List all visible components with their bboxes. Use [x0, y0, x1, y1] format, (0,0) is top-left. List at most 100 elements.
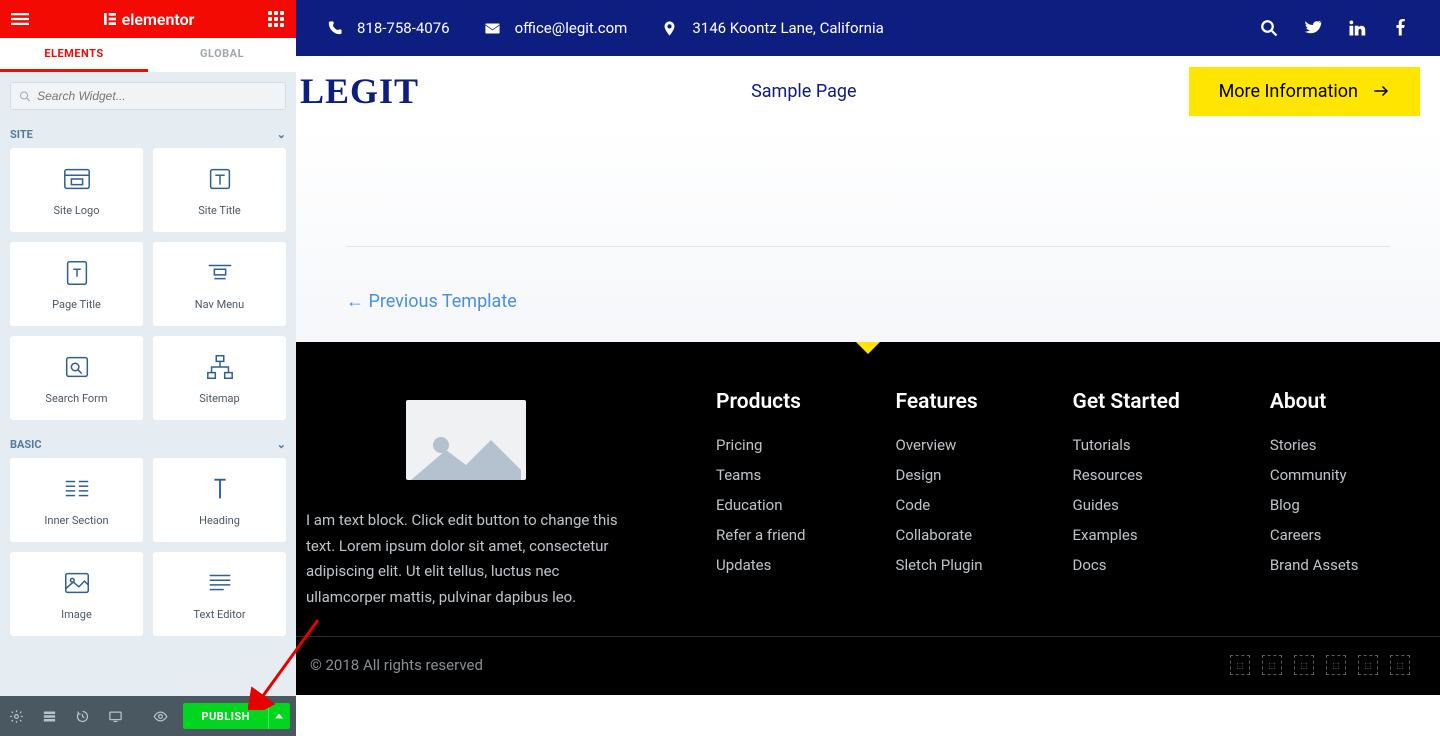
widget-label: Nav Menu: [195, 298, 244, 311]
apps-icon[interactable]: [264, 7, 288, 31]
preview-icon[interactable]: [150, 704, 171, 728]
footer-link[interactable]: Blog: [1270, 496, 1359, 514]
footer-link[interactable]: Updates: [716, 556, 806, 574]
footer-link[interactable]: Design: [896, 466, 983, 484]
search-icon[interactable]: [1260, 19, 1278, 37]
panel-footer: PUBLISH: [0, 696, 296, 736]
site-logo-icon: [62, 164, 92, 194]
widget-nav-menu[interactable]: Nav Menu: [153, 242, 286, 326]
map-pin-icon: [661, 20, 678, 37]
placeholder-icon[interactable]: ⬚: [1294, 655, 1314, 675]
category-basic[interactable]: BASIC ⌄: [10, 430, 286, 458]
tab-global[interactable]: GLOBAL: [148, 38, 296, 72]
widget-sitemap[interactable]: Sitemap: [153, 336, 286, 420]
footer-link[interactable]: Overview: [896, 436, 983, 454]
site-widgets: Site Logo Site Title Page Title Nav Menu…: [10, 148, 286, 420]
footer-link[interactable]: Tutorials: [1073, 436, 1180, 454]
social-icons: [1260, 19, 1410, 37]
site-title: LEGIT: [300, 70, 419, 112]
footer-link[interactable]: Community: [1270, 466, 1359, 484]
facebook-icon[interactable]: [1392, 19, 1410, 37]
settings-icon[interactable]: [6, 704, 27, 728]
widget-page-title[interactable]: Page Title: [10, 242, 143, 326]
footer-column: FeaturesOverviewDesignCodeCollaborateSle…: [896, 390, 983, 610]
site-footer: I am text block. Click edit button to ch…: [296, 354, 1440, 636]
category-site[interactable]: SITE ⌄: [10, 120, 286, 148]
footer-notch: [856, 342, 880, 354]
arrow-right-icon: [1372, 82, 1390, 100]
publish-button[interactable]: PUBLISH: [183, 703, 268, 729]
placeholder-icon[interactable]: ⬚: [1262, 655, 1282, 675]
address-contact: 3146 Koontz Lane, California: [661, 19, 883, 37]
placeholder-icon[interactable]: ⬚: [1230, 655, 1250, 675]
elementor-panel: elementor ELEMENTS GLOBAL SITE ⌄ Site Lo…: [0, 0, 296, 736]
footer-column-title: Products: [716, 390, 806, 414]
placeholder-icon[interactable]: ⬚: [1358, 655, 1378, 675]
widget-label: Site Title: [198, 204, 241, 217]
panel-tabs: ELEMENTS GLOBAL: [0, 38, 296, 72]
more-info-button[interactable]: More Information: [1189, 67, 1420, 116]
hamburger-icon[interactable]: [8, 7, 32, 31]
preview-canvas: 818-758-4076 office@legit.com 3146 Koont…: [296, 0, 1440, 736]
search-input[interactable]: [37, 89, 277, 103]
chevron-down-icon: ⌄: [277, 128, 286, 141]
footer-link[interactable]: Sletch Plugin: [896, 556, 983, 574]
footer-link[interactable]: Careers: [1270, 526, 1359, 544]
tab-elements[interactable]: ELEMENTS: [0, 38, 148, 72]
footer-link[interactable]: Pricing: [716, 436, 806, 454]
footer-link[interactable]: Education: [716, 496, 806, 514]
widget-label: Text Editor: [193, 608, 245, 621]
search-form-icon: [62, 352, 92, 382]
nav-sample-page[interactable]: Sample Page: [751, 81, 856, 102]
envelope-icon: [484, 20, 501, 37]
footer-link[interactable]: Resources: [1073, 466, 1180, 484]
site-topbar: 818-758-4076 office@legit.com 3146 Koont…: [296, 0, 1440, 56]
copyright-text: © 2018 All rights reserved: [310, 656, 483, 674]
footer-link[interactable]: Stories: [1270, 436, 1359, 454]
widget-heading[interactable]: Heading: [153, 458, 286, 542]
widget-image[interactable]: Image: [10, 552, 143, 636]
phone-contact: 818-758-4076: [326, 19, 450, 37]
footer-link[interactable]: Code: [896, 496, 983, 514]
footer-link[interactable]: Docs: [1073, 556, 1180, 574]
panel-header: elementor: [0, 0, 296, 38]
columns-icon: [62, 474, 92, 504]
footer-link[interactable]: Refer a friend: [716, 526, 806, 544]
widget-text-editor[interactable]: Text Editor: [153, 552, 286, 636]
previous-template-link[interactable]: ← Previous Template: [346, 291, 517, 312]
navigator-icon[interactable]: [39, 704, 60, 728]
site-title-icon: [205, 164, 235, 194]
text-editor-icon: [205, 568, 235, 598]
sitemap-icon: [205, 352, 235, 382]
footer-link[interactable]: Guides: [1073, 496, 1180, 514]
placeholder-icon[interactable]: ⬚: [1326, 655, 1346, 675]
footer-text-block: I am text block. Click edit button to ch…: [306, 508, 626, 610]
placeholder-icon[interactable]: ⬚: [1390, 655, 1410, 675]
widget-search-form[interactable]: Search Form: [10, 336, 143, 420]
footer-icons: ⬚ ⬚ ⬚ ⬚ ⬚ ⬚: [1230, 655, 1410, 675]
basic-widgets: Inner Section Heading Image Text Editor: [10, 458, 286, 636]
widget-site-logo[interactable]: Site Logo: [10, 148, 143, 232]
search-box: [10, 82, 286, 110]
footer-link[interactable]: Brand Assets: [1270, 556, 1359, 574]
publish-options-button[interactable]: [268, 703, 290, 729]
footer-link[interactable]: Teams: [716, 466, 806, 484]
widget-site-title[interactable]: Site Title: [153, 148, 286, 232]
twitter-icon[interactable]: [1304, 19, 1322, 37]
history-icon[interactable]: [72, 704, 93, 728]
address-text: 3146 Koontz Lane, California: [692, 19, 883, 37]
footer-link[interactable]: Collaborate: [896, 526, 983, 544]
linkedin-icon[interactable]: [1348, 19, 1366, 37]
footer-column-title: Get Started: [1073, 390, 1180, 414]
email-text: office@legit.com: [515, 19, 628, 37]
widget-label: Site Logo: [53, 204, 99, 217]
search-icon: [19, 90, 31, 103]
footer-link[interactable]: Examples: [1073, 526, 1180, 544]
widget-label: Inner Section: [44, 514, 108, 527]
widget-label: Search Form: [45, 392, 107, 405]
widget-inner-section[interactable]: Inner Section: [10, 458, 143, 542]
image-icon: [62, 568, 92, 598]
phone-text: 818-758-4076: [357, 19, 450, 37]
responsive-icon[interactable]: [105, 704, 126, 728]
footer-bottom: © 2018 All rights reserved ⬚ ⬚ ⬚ ⬚ ⬚ ⬚: [296, 636, 1440, 695]
